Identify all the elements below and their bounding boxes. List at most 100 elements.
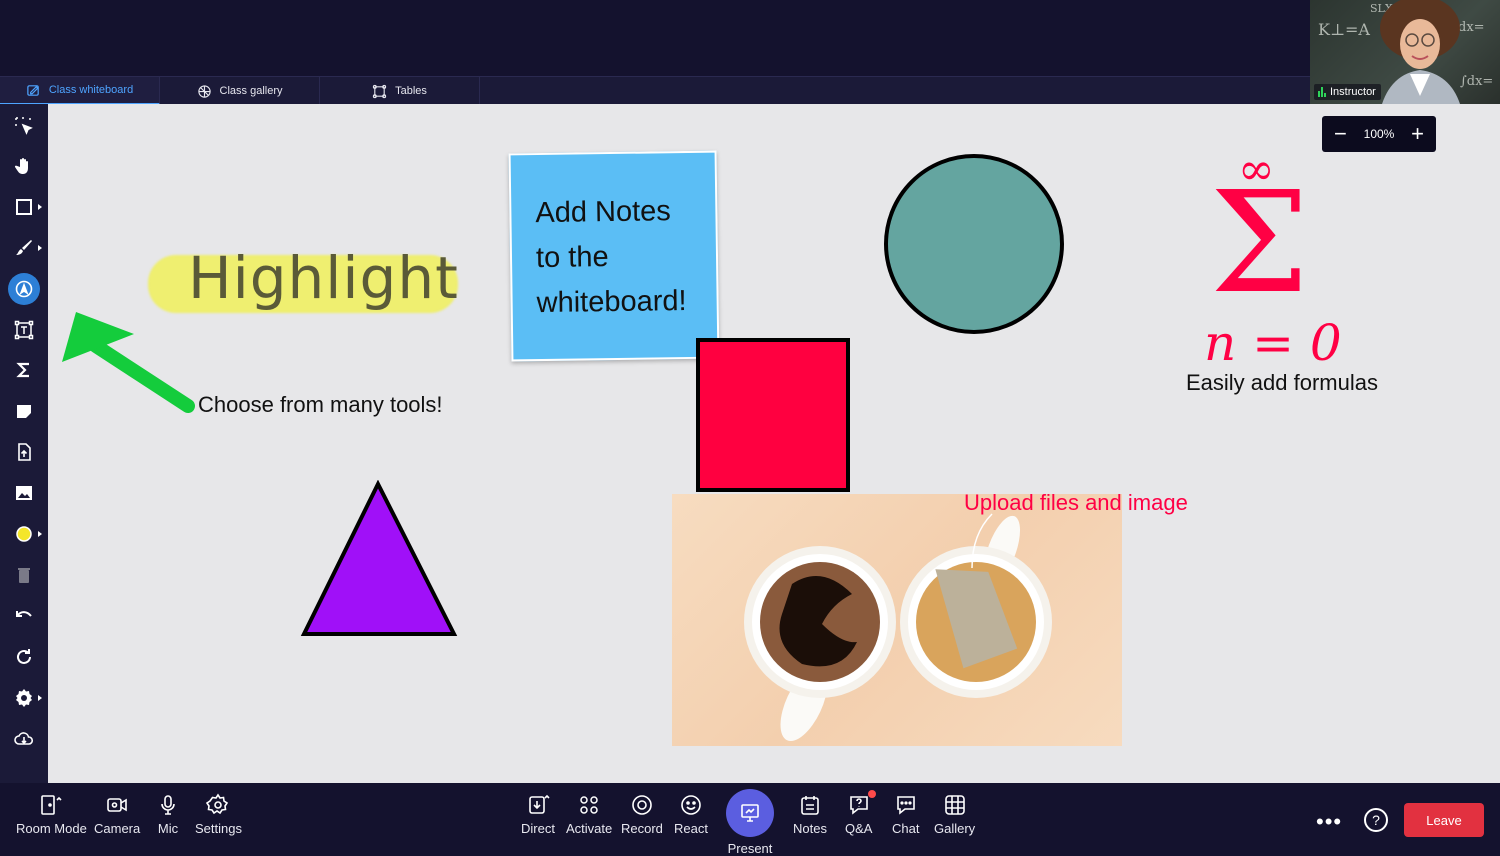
zoom-level: 100% — [1363, 127, 1395, 141]
zoom-control: − 100% + — [1322, 116, 1436, 152]
chalkboard-decoration: K⊥=A — [1318, 20, 1370, 39]
undo-tool[interactable] — [8, 600, 40, 632]
settings-button[interactable]: Settings — [195, 793, 242, 836]
instructor-label: Instructor — [1314, 84, 1381, 100]
coffee-tea-photo — [744, 513, 1052, 742]
laser-pointer-tool[interactable] — [8, 273, 40, 305]
text-box-icon — [14, 320, 34, 340]
qa-label: Q&A — [845, 821, 873, 836]
trash-icon — [18, 568, 30, 583]
image-icon — [16, 486, 32, 500]
redo-tool[interactable] — [8, 641, 40, 673]
notes-icon — [801, 796, 819, 815]
brush-icon — [16, 240, 32, 255]
refresh-icon — [17, 649, 31, 664]
tables-icon — [372, 84, 387, 98]
image-tool[interactable] — [8, 477, 40, 509]
qa-icon — [849, 796, 868, 815]
sticky-note[interactable]: Add Notes to the whiteboard! — [508, 150, 720, 362]
sticky-line: to the — [535, 241, 609, 275]
direct-icon — [529, 794, 550, 814]
file-upload-icon — [18, 443, 31, 461]
record-label: Record — [621, 821, 663, 836]
delete-tool[interactable] — [8, 559, 40, 591]
grid-icon — [197, 84, 211, 98]
gallery-icon — [944, 795, 965, 815]
gallery-label: Gallery — [934, 821, 976, 836]
tab-label: Class gallery — [219, 85, 283, 97]
notes-button[interactable]: Notes — [793, 793, 827, 836]
react-label: React — [674, 821, 708, 836]
zoom-out-button[interactable]: − — [1334, 123, 1347, 145]
direct-button[interactable]: Direct — [521, 793, 555, 836]
pan-tool[interactable] — [8, 150, 40, 182]
tab-class-gallery[interactable]: Class gallery — [160, 77, 320, 105]
pointer-icon — [15, 280, 33, 298]
more-options-button[interactable]: ••• — [1316, 809, 1342, 835]
formula-caption[interactable]: Easily add formulas — [1186, 370, 1378, 396]
direct-label: Direct — [521, 821, 555, 836]
chat-label: Chat — [892, 821, 920, 836]
hand-icon — [14, 158, 28, 174]
color-dot-icon — [16, 526, 32, 542]
formula-lower: n = 0 — [1204, 314, 1342, 372]
formula-tool[interactable] — [8, 354, 40, 386]
whiteboard-settings-tool[interactable] — [8, 682, 42, 714]
green-arrow-drawing[interactable] — [56, 306, 196, 416]
pen-tool[interactable] — [8, 232, 42, 264]
instructor-name: Instructor — [1330, 86, 1376, 98]
mic-button[interactable]: Mic — [156, 793, 180, 836]
tab-class-whiteboard[interactable]: Class whiteboard — [0, 77, 160, 105]
select-tool[interactable] — [8, 110, 40, 142]
shape-tool[interactable] — [8, 191, 42, 223]
react-button[interactable]: React — [674, 793, 708, 836]
tools-caption[interactable]: Choose from many tools! — [198, 392, 443, 418]
mic-icon — [161, 795, 175, 815]
save-cloud-tool[interactable] — [8, 723, 40, 755]
summation-formula[interactable]: ∞ Σ n = 0 — [1198, 144, 1342, 374]
sticky-note-icon — [17, 405, 31, 418]
gallery-button[interactable]: Gallery — [934, 793, 975, 836]
tab-label: Tables — [395, 85, 427, 97]
chat-button[interactable]: Chat — [892, 793, 919, 836]
formula-sigma: Σ — [1210, 162, 1309, 325]
tab-label: Class whiteboard — [48, 84, 134, 96]
record-icon — [632, 795, 652, 815]
whiteboard-canvas[interactable]: − 100% + Highlight Choose from many tool… — [48, 104, 1500, 783]
purple-triangle-shape[interactable] — [300, 480, 460, 638]
record-button[interactable]: Record — [621, 793, 663, 836]
red-square-shape[interactable] — [696, 338, 850, 492]
room-mode-button[interactable]: Room Mode — [16, 793, 87, 836]
bottom-control-bar: Room Mode Camera Mic Settings Direct Act… — [0, 783, 1500, 856]
top-bar — [0, 0, 1500, 76]
present-circle — [726, 789, 774, 837]
sticky-line: Add Notes — [535, 195, 672, 230]
help-button[interactable]: ? — [1364, 808, 1388, 832]
mic-label: Mic — [157, 821, 179, 836]
text-tool[interactable] — [8, 314, 40, 346]
color-picker[interactable] — [8, 518, 42, 550]
qa-button[interactable]: Q&A — [845, 793, 872, 836]
gear-icon — [16, 689, 32, 707]
sticky-note-tool[interactable] — [8, 395, 40, 427]
room-mode-label: Room Mode — [16, 821, 87, 836]
present-button[interactable]: Present — [726, 789, 774, 856]
camera-button[interactable]: Camera — [94, 793, 140, 836]
present-label: Present — [727, 841, 773, 856]
audio-level-icon — [1318, 87, 1326, 97]
uploaded-image[interactable] — [672, 494, 1122, 746]
instructor-avatar — [1380, 0, 1460, 104]
tab-tables[interactable]: Tables — [320, 77, 480, 105]
camera-label: Camera — [94, 821, 141, 836]
upload-file-tool[interactable] — [8, 436, 40, 468]
leave-button[interactable]: Leave — [1404, 803, 1484, 837]
present-icon — [741, 804, 759, 822]
upload-caption[interactable]: Upload files and image — [964, 490, 1188, 516]
settings-label: Settings — [195, 821, 242, 836]
activate-button[interactable]: Activate — [566, 793, 612, 836]
zoom-in-button[interactable]: + — [1411, 123, 1424, 145]
notes-label: Notes — [793, 821, 827, 836]
teal-circle-shape[interactable] — [884, 154, 1064, 334]
highlight-text[interactable]: Highlight — [188, 244, 459, 312]
react-icon — [681, 795, 701, 815]
